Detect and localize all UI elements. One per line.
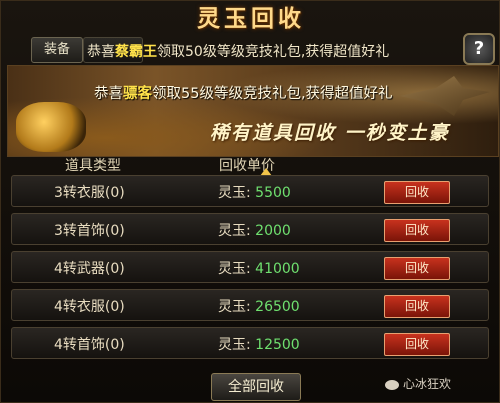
banner-suffix: 领取55级等级竞技礼包,获得超值好礼	[152, 86, 393, 102]
banner-player: 骠客	[123, 86, 152, 102]
table-row: 4转衣服(0) 灵玉: 26500 回收	[11, 289, 489, 321]
table-row: 4转首饰(0) 灵玉: 12500 回收	[11, 327, 489, 359]
watermark-text: 心冰狂欢	[403, 377, 452, 391]
table-row: 3转衣服(0) 灵玉: 5500 回收	[11, 175, 489, 207]
table-row: 3转首饰(0) 灵玉: 2000 回收	[11, 213, 489, 245]
item-price: 灵玉: 41000	[218, 258, 300, 278]
tab-equipment[interactable]: 装备	[31, 37, 83, 63]
table-row: 4转武器(0) 灵玉: 41000 回收	[11, 251, 489, 283]
recycle-all-button[interactable]: 全部回收	[211, 373, 301, 401]
item-price: 灵玉: 5500	[218, 182, 291, 202]
item-name: 3转衣服(0)	[54, 185, 125, 201]
price-value: 5500	[255, 185, 291, 201]
recycle-button[interactable]: 回收	[384, 333, 450, 356]
banner-prefix: 恭喜	[94, 86, 123, 102]
currency-label: 灵玉:	[218, 223, 251, 239]
window-title: 灵玉回收	[197, 5, 305, 32]
price-value: 2000	[255, 223, 291, 239]
item-name: 4转武器(0)	[54, 261, 125, 277]
broadcast-player: 蔡霸王	[115, 44, 157, 60]
column-header-type: 道具类型	[65, 158, 121, 174]
airship-icon	[400, 76, 490, 116]
item-name: 4转衣服(0)	[54, 299, 125, 315]
item-price: 灵玉: 12500	[218, 334, 300, 354]
recycle-window: 灵玉回收 装备 恭喜蔡霸王领取50级等级竞技礼包,获得超值好礼 ? 恭喜骠客领取…	[0, 0, 500, 403]
price-value: 26500	[255, 299, 300, 315]
recycle-button[interactable]: 回收	[384, 181, 450, 204]
currency-label: 灵玉:	[218, 299, 251, 315]
watermark: 心冰狂欢	[385, 375, 451, 392]
currency-label: 灵玉:	[218, 185, 251, 201]
promo-banner: 恭喜骠客领取55级等级竞技礼包,获得超值好礼 稀有道具回收 一秒变土豪	[7, 65, 499, 157]
item-price: 灵玉: 2000	[218, 220, 291, 240]
recycle-button[interactable]: 回收	[384, 257, 450, 280]
treasure-icon	[16, 102, 86, 152]
help-icon[interactable]: ?	[463, 33, 495, 65]
recycle-button[interactable]: 回收	[384, 219, 450, 242]
item-name: 4转首饰(0)	[54, 337, 125, 353]
currency-label: 灵玉:	[218, 261, 251, 277]
wechat-icon	[385, 379, 399, 390]
broadcast-top: 恭喜蔡霸王领取50级等级竞技礼包,获得超值好礼	[87, 41, 389, 61]
item-price: 灵玉: 26500	[218, 296, 300, 316]
broadcast-prefix: 恭喜	[87, 44, 115, 60]
banner-slogan: 稀有道具回收 一秒变土豪	[210, 122, 450, 144]
banner-broadcast: 恭喜骠客领取55级等级竞技礼包,获得超值好礼	[94, 82, 393, 103]
item-name: 3转首饰(0)	[54, 223, 125, 239]
price-value: 41000	[255, 261, 300, 277]
recycle-button[interactable]: 回收	[384, 295, 450, 318]
currency-label: 灵玉:	[218, 337, 251, 353]
price-value: 12500	[255, 337, 300, 353]
broadcast-suffix: 领取50级等级竞技礼包,获得超值好礼	[157, 44, 390, 60]
